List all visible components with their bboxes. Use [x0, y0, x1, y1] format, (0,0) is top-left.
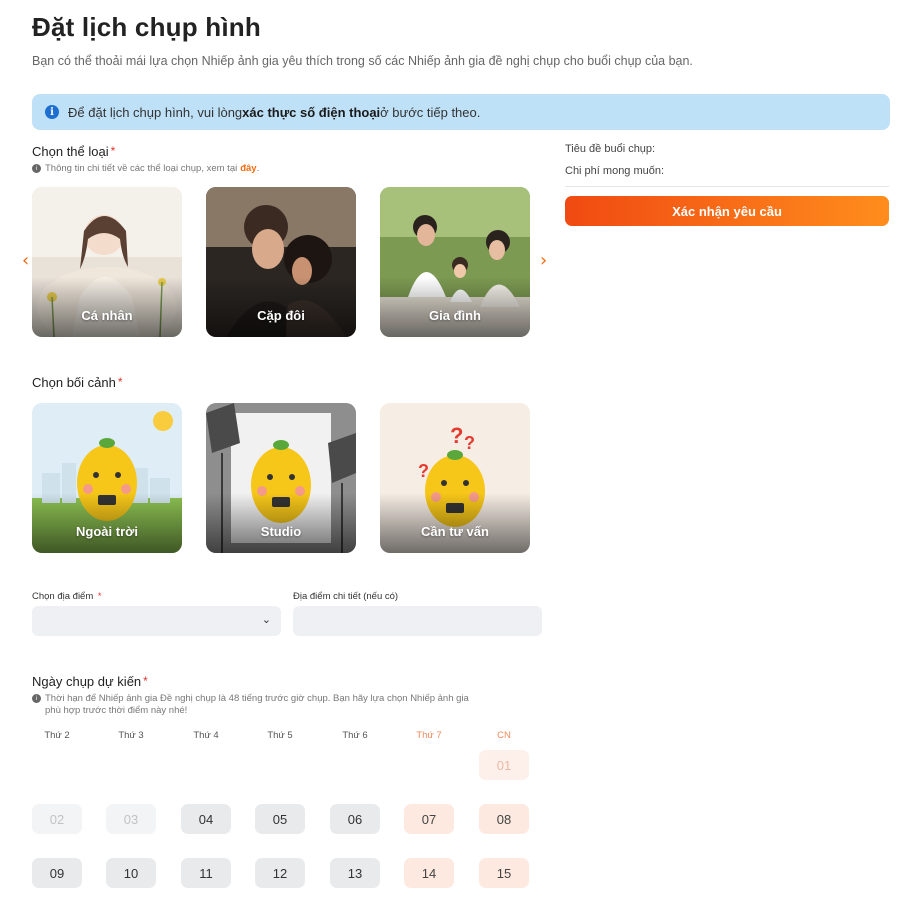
weekday-label: Thứ 3 — [118, 730, 144, 741]
calendar-day[interactable]: 11 — [181, 858, 231, 888]
required-mark: * — [117, 375, 123, 389]
location-select[interactable]: ⌄ — [32, 606, 281, 636]
calendar-day[interactable]: 07 — [404, 804, 454, 834]
calendar-day[interactable]: 14 — [404, 858, 454, 888]
genre-card-label: Cặp đôi — [257, 308, 305, 323]
genre-detail-link[interactable]: đây — [240, 163, 256, 175]
context-label-text: Chọn bối cảnh — [32, 375, 116, 390]
context-card-label: Ngoài trời — [76, 524, 138, 539]
genre-label-text: Chọn thể loại — [32, 144, 109, 159]
info-icon: i — [45, 105, 59, 119]
chevron-down-icon: ⌄ — [261, 614, 271, 626]
calendar-day[interactable]: 06 — [330, 804, 380, 834]
svg-text:?: ? — [450, 423, 463, 448]
context-cards: Ngoài trời Studio ? ? ? Cần tư vấn — [32, 403, 530, 553]
weekday-label: Thứ 7 — [416, 730, 442, 741]
card-shade — [380, 493, 530, 553]
required-mark: * — [97, 591, 102, 601]
card-shade — [32, 277, 182, 337]
genre-hint-text: Thông tin chi tiết về các thể loại chụp,… — [45, 163, 238, 174]
context-card-label: Studio — [260, 524, 302, 539]
genre-card-label: Gia đình — [429, 308, 481, 323]
context-card-outdoor[interactable]: Ngoài trời — [32, 403, 182, 553]
required-mark: * — [143, 674, 148, 688]
genre-hint: i Thông tin chi tiết về các thể loại chụ… — [32, 163, 259, 175]
summary-divider — [565, 186, 889, 187]
notice-prefix: Để đặt lịch chụp hình, vui lòng — [68, 104, 243, 120]
card-shade — [380, 277, 530, 337]
date-hint-line2: phù hợp trước thời điểm này nhé! — [45, 705, 188, 716]
location-detail-label: Địa điểm chi tiết (nếu có) — [293, 591, 399, 602]
calendar-day: 01 — [479, 750, 529, 780]
calendar-day[interactable]: 12 — [255, 858, 305, 888]
date-label-text: Ngày chụp dự kiến — [32, 674, 142, 689]
genre-cards: Cá nhân Cặp đôi Gia đình — [32, 187, 530, 337]
context-label: Chọn bối cảnh * — [32, 375, 123, 390]
phone-verify-notice: i Để đặt lịch chụp hình, vui lòng xác th… — [32, 94, 890, 130]
carousel-next-icon[interactable]: › — [540, 250, 547, 271]
weekday-label: Thứ 6 — [342, 730, 368, 741]
page-title: Đặt lịch chụp hình — [32, 12, 261, 42]
card-shade — [32, 493, 182, 553]
date-hint-line1: Thời hạn để Nhiếp ảnh gia Đề nghị chụp l… — [45, 693, 469, 704]
genre-card-personal[interactable]: Cá nhân — [32, 187, 182, 337]
calendar-day[interactable]: 08 — [479, 804, 529, 834]
notice-bold: xác thực số điện thoại — [242, 104, 381, 120]
weekday-label: CN — [497, 730, 511, 741]
svg-text:?: ? — [464, 433, 475, 453]
calendar-day: 02 — [32, 804, 82, 834]
info-icon: i — [32, 164, 41, 173]
genre-card-family[interactable]: Gia đình — [380, 187, 530, 337]
weekday-label: Thứ 5 — [267, 730, 293, 741]
date-hint: i Thời hạn để Nhiếp ảnh gia Đề nghị chụp… — [32, 693, 512, 717]
genre-label: Chọn thể loại * — [32, 144, 115, 159]
genre-card-couple[interactable]: Cặp đôi — [206, 187, 356, 337]
calendar-day[interactable]: 05 — [255, 804, 305, 834]
calendar-day[interactable]: 10 — [106, 858, 156, 888]
weekday-label: Thứ 2 — [44, 730, 70, 741]
card-shade — [206, 493, 356, 553]
calendar-day[interactable]: 09 — [32, 858, 82, 888]
weekday-label: Thứ 4 — [193, 730, 219, 741]
genre-hint-end: . — [256, 163, 260, 174]
date-label: Ngày chụp dự kiến * — [32, 674, 148, 689]
location-label-text: Chọn địa điểm — [32, 591, 94, 602]
calendar-day: 03 — [106, 804, 156, 834]
calendar-day[interactable]: 13 — [330, 858, 380, 888]
carousel-prev-icon[interactable]: ‹ — [22, 250, 29, 271]
context-card-consult[interactable]: ? ? ? Cần tư vấn — [380, 403, 530, 553]
expected-cost-label: Chi phí mong muốn: — [565, 165, 665, 177]
page-subtitle: Bạn có thể thoải mái lựa chọn Nhiếp ảnh … — [32, 54, 693, 68]
notice-suffix: ở bước tiếp theo. — [380, 104, 481, 120]
genre-card-label: Cá nhân — [81, 308, 133, 323]
info-icon: i — [32, 694, 41, 703]
session-title-label: Tiêu đề buổi chụp: — [565, 143, 656, 155]
card-shade — [206, 277, 356, 337]
location-detail-input[interactable] — [293, 606, 542, 636]
context-card-label: Cần tư vấn — [421, 524, 489, 539]
location-label: Chọn địa điểm * — [32, 591, 101, 602]
calendar-day[interactable]: 15 — [479, 858, 529, 888]
confirm-request-button[interactable]: Xác nhận yêu cầu — [565, 196, 889, 226]
context-card-studio[interactable]: Studio — [206, 403, 356, 553]
calendar-day[interactable]: 04 — [181, 804, 231, 834]
required-mark: * — [110, 144, 116, 158]
date-hint-text: Thời hạn để Nhiếp ảnh gia Đề nghị chụp l… — [45, 693, 469, 717]
